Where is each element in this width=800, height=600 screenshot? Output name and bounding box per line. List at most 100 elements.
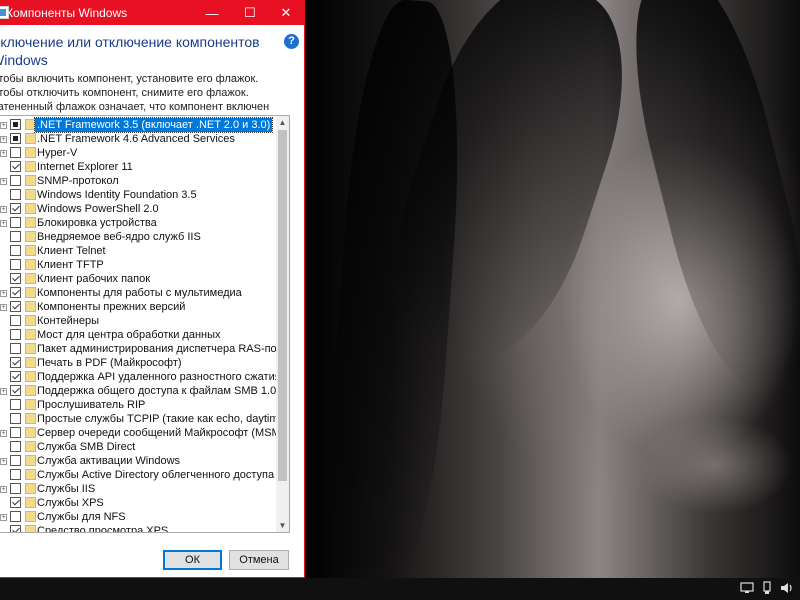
features-tree[interactable]: + .NET Framework 3.5 (включает .NET 2.0 и… [0,115,290,533]
feature-row[interactable]: + Сервер очереди сообщений Майкрософт (MS… [0,426,289,440]
feature-checkbox[interactable] [10,413,21,424]
expand-icon[interactable]: + [0,136,7,143]
folder-icon [25,511,36,522]
feature-row[interactable]: Поддержка API удаленного разностного сжа… [0,370,281,384]
feature-checkbox[interactable] [10,357,21,368]
feature-row[interactable]: + .NET Framework 3.5 (включает .NET 2.0 и… [0,117,277,133]
feature-row[interactable]: Печать в PDF (Майкрософт) [0,356,277,370]
title-bar[interactable]: Компоненты Windows — ☐ ✕ [0,1,304,25]
scroll-down-button[interactable]: ▼ [276,519,289,532]
feature-label: Мост для центра обработки данных [37,329,221,341]
feature-checkbox[interactable] [10,175,21,186]
feature-row[interactable]: + Компоненты прежних версий [0,300,277,314]
expand-icon[interactable]: + [0,486,7,493]
feature-row[interactable]: + Поддержка общего доступа к файлам SMB 1… [0,384,289,398]
feature-label: Службы для NFS [37,511,126,523]
close-button[interactable]: ✕ [270,1,302,25]
feature-row[interactable]: Windows Identity Foundation 3.5 [0,188,277,202]
expand-icon[interactable]: + [0,388,7,395]
feature-checkbox[interactable] [10,161,21,172]
expand-icon[interactable]: + [0,458,7,465]
feature-checkbox[interactable] [10,455,21,466]
feature-row[interactable]: + Блокировка устройства [0,216,277,230]
feature-row[interactable]: Контейнеры [0,314,277,328]
feature-row[interactable]: + Служба активации Windows [0,454,277,468]
feature-row[interactable]: Внедряемое веб-ядро служб IIS [0,230,277,244]
feature-label: .NET Framework 4.6 Advanced Services [37,133,235,145]
feature-row[interactable]: Мост для центра обработки данных [0,328,277,342]
expand-icon[interactable]: + [0,304,7,311]
folder-icon [25,203,36,214]
feature-checkbox[interactable] [10,231,21,242]
feature-checkbox[interactable] [10,189,21,200]
feature-row[interactable]: + Службы IIS [0,482,277,496]
feature-row[interactable]: Клиент Telnet [0,244,277,258]
feature-row[interactable]: + Компоненты для работы с мультимедиа [0,286,277,300]
feature-checkbox[interactable] [10,511,21,522]
vertical-scrollbar[interactable]: ▲ ▼ [276,116,289,532]
expand-icon[interactable]: + [0,122,7,129]
feature-checkbox[interactable] [10,287,21,298]
feature-checkbox[interactable] [10,147,21,158]
expand-icon[interactable]: + [0,150,7,157]
feature-row[interactable]: + .NET Framework 4.6 Advanced Services [0,132,277,146]
folder-icon [25,413,36,424]
feature-row[interactable]: Средство просмотра XPS [0,524,277,532]
feature-row[interactable]: Internet Explorer 11 [0,160,277,174]
feature-row[interactable]: Службы Active Directory облегченного дос… [0,468,289,482]
folder-icon [25,259,36,270]
maximize-button[interactable]: ☐ [234,1,266,25]
scroll-thumb[interactable] [278,130,287,481]
feature-checkbox[interactable] [10,497,21,508]
feature-checkbox[interactable] [10,217,21,228]
expand-icon[interactable]: + [0,514,7,521]
feature-row[interactable]: Простые службы TCPIP (такие как echo, da… [0,412,289,426]
feature-row[interactable]: Службы XPS [0,496,277,510]
feature-checkbox[interactable] [10,371,21,382]
feature-checkbox[interactable] [10,427,21,438]
feature-checkbox[interactable] [10,399,21,410]
ok-button[interactable]: ОК [163,550,222,570]
feature-row[interactable]: Пакет администрирования диспетчера RAS-п… [0,342,289,356]
feature-label: SNMP-протокол [37,175,119,187]
minimize-button[interactable]: — [196,1,228,25]
feature-row[interactable]: + Windows PowerShell 2.0 [0,202,277,216]
volume-icon[interactable] [780,581,794,595]
cancel-button[interactable]: Отмена [229,550,289,570]
help-icon[interactable]: ? [284,34,299,49]
feature-checkbox[interactable] [10,203,21,214]
feature-checkbox[interactable] [10,343,21,354]
feature-row[interactable]: Клиент рабочих папок [0,272,277,286]
feature-label: Блокировка устройства [37,217,157,229]
feature-checkbox[interactable] [10,329,21,340]
feature-checkbox[interactable] [10,245,21,256]
expand-icon[interactable]: + [0,206,7,213]
feature-checkbox[interactable] [10,441,21,452]
feature-row[interactable]: + Службы для NFS [0,510,277,524]
network-icon[interactable] [740,581,754,595]
scroll-up-button[interactable]: ▲ [276,116,289,129]
feature-row[interactable]: + Hyper-V [0,146,277,160]
feature-checkbox[interactable] [10,525,21,532]
folder-icon [25,147,36,158]
expand-icon[interactable]: + [0,178,7,185]
feature-row[interactable]: Служба SMB Direct [0,440,277,454]
feature-checkbox[interactable] [10,483,21,494]
folder-icon [25,287,36,298]
expand-icon[interactable]: + [0,430,7,437]
feature-checkbox[interactable] [10,259,21,270]
feature-checkbox[interactable] [10,119,21,130]
usb-device-icon[interactable] [760,581,774,595]
feature-row[interactable]: + SNMP-протокол [0,174,277,188]
feature-checkbox[interactable] [10,385,21,396]
feature-checkbox[interactable] [10,301,21,312]
feature-checkbox[interactable] [10,315,21,326]
feature-row[interactable]: Клиент TFTP [0,258,277,272]
feature-row[interactable]: Прослушиватель RIP [0,398,277,412]
feature-checkbox[interactable] [10,469,21,480]
feature-checkbox[interactable] [10,273,21,284]
feature-checkbox[interactable] [10,133,21,144]
expand-icon[interactable]: + [0,290,7,297]
folder-icon [25,525,36,532]
expand-icon[interactable]: + [0,220,7,227]
